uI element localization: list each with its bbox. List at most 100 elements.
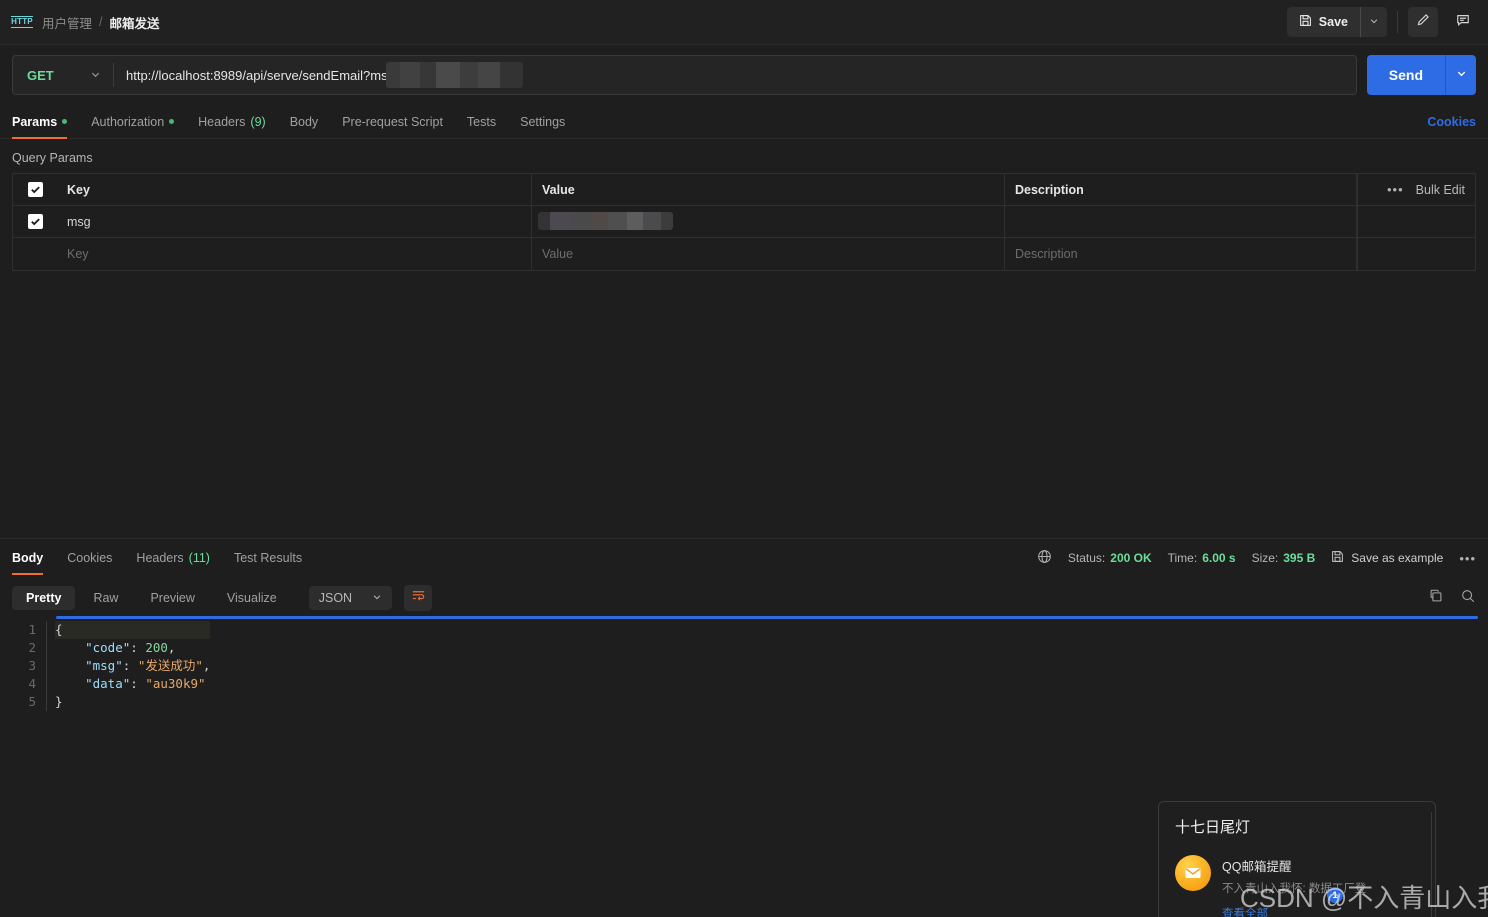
toolbar-divider [1397,11,1398,33]
row-value-input[interactable] [532,206,1005,237]
status-badge: Status: 200 OK [1068,551,1152,565]
response-tab-body-label: Body [12,551,44,565]
response-more-ellipsis-icon[interactable]: ••• [1459,551,1476,566]
row-key-input[interactable]: msg [57,206,532,237]
code-token: "data" [85,676,131,691]
save-dropdown-button[interactable] [1361,7,1387,37]
code-token: "au30k9" [145,676,206,691]
bulk-edit-button[interactable]: Bulk Edit [1416,183,1465,197]
url-row: GET http://localhost:8989/api/serve/send… [0,45,1488,105]
row-checkbox[interactable] [27,214,43,229]
word-wrap-button[interactable] [404,585,433,611]
view-tab-preview[interactable]: Preview [136,586,208,610]
search-icon[interactable] [1460,588,1476,609]
line-number: 2 [28,640,36,655]
response-meta: Status: 200 OK Time: 6.00 s Size: 395 B … [1037,549,1476,567]
breadcrumb-parent[interactable]: 用户管理 [42,13,92,32]
edit-request-button[interactable] [1408,7,1438,37]
code-line: { [55,621,211,639]
tab-tests-label: Tests [466,114,497,129]
floppy-disk-icon [1299,14,1312,30]
size-badge: Size: 395 B [1252,551,1316,565]
tab-body-label: Body [289,114,319,129]
response-body-top-accent [56,616,1478,619]
tab-headers[interactable]: Headers (9) [186,105,278,139]
code-token: 200 [145,640,168,655]
method-selector[interactable]: GET [13,56,113,94]
placeholder-value-input[interactable]: Value [532,238,1005,270]
top-bar-actions: Save [1286,7,1478,37]
cookies-link[interactable]: Cookies [1427,115,1476,129]
http-badge-label: HTTP [11,16,33,28]
line-number: 1 [28,622,36,637]
time-badge: Time: 6.00 s [1168,551,1236,565]
save-button[interactable]: Save [1287,7,1360,37]
view-tab-raw[interactable]: Raw [79,586,132,610]
chevron-down-icon [372,591,382,605]
tab-params-label: Params [12,114,58,129]
url-input[interactable]: http://localhost:8989/api/serve/sendEmai… [114,56,1356,94]
tab-authorization-label: Authorization [91,114,165,129]
select-all-cell [13,174,57,205]
ellipsis-icon[interactable]: ••• [1387,182,1404,197]
row-actions-cell [1357,206,1475,237]
notification-popup[interactable]: 十七日尾灯 QQ邮箱提醒 不入青山入我怀: 数据工厂登 查看全部 1 [1158,801,1436,917]
tab-authorization[interactable]: Authorization [79,105,186,139]
placeholder-key-input[interactable]: Key [57,238,532,270]
query-params-table: Key Value Description ••• Bulk Edit msg [12,173,1476,271]
request-tabs: Params Authorization Headers (9) Body Pr… [0,105,1488,139]
table-header-row: Key Value Description ••• Bulk Edit [13,174,1475,206]
view-tab-visualize[interactable]: Visualize [213,586,291,610]
response-tab-cookies-label: Cookies [67,551,113,565]
save-as-example-button[interactable]: Save as example [1331,550,1443,566]
tab-body[interactable]: Body [278,105,331,139]
response-tab-headers[interactable]: Headers (11) [124,538,222,578]
response-tab-test-results-label: Test Results [233,551,303,565]
save-as-example-label: Save as example [1351,551,1444,565]
placeholder-description-input[interactable]: Description [1005,238,1357,270]
notification-link[interactable]: 查看全部 [1222,905,1366,917]
line-number-gutter: 1 2 3 4 5 [0,621,46,711]
status-label: Status: [1067,551,1106,565]
time-value: 6.00 s [1202,551,1236,565]
tab-pre-request-script[interactable]: Pre-request Script [330,105,455,139]
tab-tests[interactable]: Tests [455,105,508,139]
mail-icon [1175,855,1211,891]
format-label: JSON [318,591,353,605]
code-token: "code" [85,640,131,655]
row-description-input[interactable] [1005,206,1357,237]
tab-settings[interactable]: Settings [508,105,577,139]
tab-headers-count: (9) [250,114,266,129]
row-key-text: msg [67,214,91,229]
code-lines: { "code": 200, "msg": "发送成功", "data": "a… [46,621,211,711]
select-all-checkbox[interactable] [27,182,43,197]
notification-badge: 1 [1327,887,1343,903]
globe-icon[interactable] [1037,549,1052,567]
comment-button[interactable] [1448,7,1478,37]
tab-headers-label: Headers [198,114,246,129]
send-button[interactable]: Send [1367,55,1445,95]
word-wrap-icon [411,588,426,608]
line-number: 4 [28,676,36,691]
tab-params[interactable]: Params [12,105,79,139]
view-tab-pretty[interactable]: Pretty [12,586,76,610]
method-label: GET [27,67,54,83]
breadcrumb-current[interactable]: 邮箱发送 [110,13,160,32]
notification-scrollbar[interactable] [1431,812,1432,917]
response-code[interactable]: 1 2 3 4 5 { "code": 200, "msg": "发送成功", … [0,616,1488,711]
format-selector[interactable]: JSON [308,586,393,610]
column-header-description: Description [1005,174,1357,205]
response-tab-test-results[interactable]: Test Results [222,538,314,578]
save-button-label: Save [1318,15,1348,29]
send-dropdown-button[interactable] [1446,55,1476,95]
line-number: 5 [28,694,36,709]
response-tab-cookies[interactable]: Cookies [55,538,124,578]
copy-icon[interactable] [1428,588,1444,609]
response-tab-body[interactable]: Body [12,538,55,578]
code-token: : [130,640,146,655]
chevron-down-icon [1456,66,1467,84]
url-redaction-block [386,62,523,88]
size-value: 395 B [1283,551,1316,565]
tab-pre-request-script-label: Pre-request Script [342,114,443,129]
response-view-actions [1428,588,1476,609]
